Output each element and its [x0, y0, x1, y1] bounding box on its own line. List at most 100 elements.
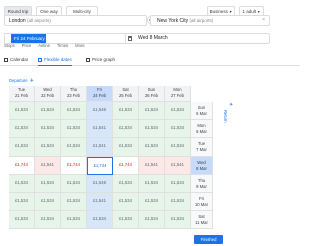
price-cell[interactable]: £1,534 — [61, 138, 87, 157]
return-date: 9 Mar — [196, 183, 207, 189]
chevron-down-icon: ▼ — [257, 10, 261, 14]
passengers-label: 1 adult — [242, 9, 257, 14]
price-cell[interactable]: £1,534 — [139, 102, 165, 121]
return-date-header[interactable]: Sun 5 Mar — [191, 102, 213, 121]
price-cell[interactable]: £1,744 — [87, 156, 113, 175]
price-cell[interactable]: £1,541 — [139, 156, 165, 175]
return-date-header[interactable]: Sat 11 Mar — [191, 211, 213, 230]
departure-date: 24 Feb — [92, 93, 107, 98]
tab-flexible-dates[interactable]: Flexible dates — [38, 57, 72, 66]
price-cell[interactable]: £1,744 — [9, 156, 35, 175]
return-date-header[interactable]: Fri 10 Mar — [191, 193, 213, 212]
departure-date-header[interactable]: Fri 24 Feb — [87, 86, 113, 102]
round-trip-label: Round trip — [7, 9, 29, 14]
price-cell[interactable]: £1,534 — [35, 174, 61, 193]
price-cell[interactable]: £1,534 — [113, 120, 139, 139]
departure-date: 21 Feb — [14, 93, 29, 98]
price-cell[interactable]: £1,534 — [35, 138, 61, 157]
tab-calendar-label: Calendar — [10, 57, 29, 62]
price-cell[interactable]: £1,534 — [113, 193, 139, 212]
price-cell[interactable]: £1,541 — [35, 156, 61, 175]
price-cell[interactable]: £1,534 — [113, 102, 139, 121]
price-cell[interactable]: £1,534 — [113, 211, 139, 230]
filter-price[interactable]: Price — [22, 43, 32, 48]
price-cell[interactable]: £1,534 — [35, 193, 61, 212]
departure-date-header[interactable]: Mon 27 Feb — [165, 86, 191, 102]
price-cell[interactable]: £1,534 — [61, 174, 87, 193]
tab-price-graph[interactable]: Price graph — [86, 57, 115, 66]
departure-date-header[interactable]: Sun 26 Feb — [139, 86, 165, 102]
finished-button[interactable]: Finished — [194, 235, 223, 244]
return-date: 5 Mar — [196, 111, 207, 116]
price-cell[interactable]: £1,534 — [139, 138, 165, 157]
origin-value: London — [9, 18, 26, 24]
price-cell[interactable]: £1,534 — [35, 102, 61, 121]
price-cell[interactable]: £1,534 — [61, 211, 87, 230]
return-date: 10 Mar — [194, 202, 209, 207]
view-tabs: Calendar Flexible dates Price graph — [0, 55, 300, 66]
departure-date-header[interactable]: Tue 21 Feb — [9, 86, 35, 102]
calendar-icon — [128, 36, 132, 41]
origin-field[interactable]: London (all airports) — [4, 15, 147, 26]
price-cell[interactable]: £1,534 — [9, 174, 35, 193]
price-cell[interactable]: £1,744 — [61, 156, 87, 175]
departure-date: 23 Feb — [66, 93, 81, 98]
calendar-icon — [4, 57, 8, 62]
price-cell[interactable]: £1,534 — [165, 102, 191, 121]
price-cell[interactable]: £1,534 — [113, 138, 139, 157]
price-cell[interactable]: £1,541 — [87, 120, 113, 139]
price-cell[interactable]: £1,546 — [87, 174, 113, 193]
price-cell[interactable]: £1,534 — [165, 138, 191, 157]
price-cell[interactable]: £1,546 — [87, 102, 113, 121]
price-cell[interactable]: £1,534 — [139, 174, 165, 193]
departure-date-header[interactable]: Wed 22 Feb — [35, 86, 61, 102]
return-date-header[interactable]: Wed 8 Mar — [191, 156, 213, 175]
cabin-class-label: Business — [209, 9, 228, 14]
return-date-header[interactable]: Thu 9 Mar — [191, 174, 213, 193]
filter-stops[interactable]: Stops — [4, 43, 15, 48]
price-cell[interactable]: £1,534 — [165, 193, 191, 212]
destination-field[interactable]: New York City (all airports) × — [150, 15, 270, 26]
price-cell[interactable]: £1,534 — [87, 211, 113, 230]
departure-date-header[interactable]: Thu 23 Feb — [61, 86, 87, 102]
price-cell[interactable]: £1,534 — [139, 193, 165, 212]
filter-times[interactable]: Times — [57, 43, 68, 48]
price-cell[interactable]: £1,534 — [35, 211, 61, 230]
tab-price-graph-label: Price graph — [92, 57, 116, 62]
return-date: 11 Mar — [195, 220, 208, 226]
price-cell[interactable]: £1,534 — [113, 174, 139, 193]
price-cell[interactable]: £1,534 — [9, 102, 35, 121]
return-date-header[interactable]: Tue 7 Mar — [191, 138, 213, 157]
price-cell[interactable]: £1,534 — [165, 174, 191, 193]
price-cell[interactable]: £1,534 — [9, 120, 35, 139]
price-cell[interactable]: £1,534 — [165, 211, 191, 230]
price-cell[interactable]: £1,534 — [61, 193, 87, 212]
price-cell[interactable]: £1,534 — [9, 138, 35, 157]
departure-date: 27 Feb — [170, 93, 185, 98]
tab-flexible-dates-label: Flexible dates — [44, 57, 72, 62]
price-cell[interactable]: £1,541 — [87, 193, 113, 212]
depart-date-value[interactable]: Fri 24 February — [11, 34, 46, 43]
price-cell[interactable]: £1,534 — [139, 211, 165, 230]
price-cell[interactable]: £1,534 — [9, 193, 35, 212]
return-date-field[interactable]: Wed 8 March — [125, 33, 270, 44]
filter-airline[interactable]: Airline — [38, 43, 50, 48]
return-date: 7 Mar — [196, 147, 207, 153]
departure-date: 26 Feb — [144, 93, 159, 98]
price-cell[interactable]: £1,541 — [165, 156, 191, 175]
clear-icon[interactable]: × — [262, 16, 265, 25]
plane-icon: ✈ — [29, 78, 34, 84]
filter-more[interactable]: More — [75, 43, 85, 48]
price-cell[interactable]: £1,534 — [9, 211, 35, 230]
destination-value: New York City — [157, 18, 189, 24]
departure-date-header[interactable]: Sat 25 Feb — [113, 86, 139, 102]
price-cell[interactable]: £1,534 — [61, 102, 87, 121]
price-cell[interactable]: £1,534 — [165, 120, 191, 139]
tab-calendar[interactable]: Calendar — [4, 57, 28, 66]
price-cell[interactable]: £1,744 — [113, 156, 139, 175]
price-cell[interactable]: £1,541 — [87, 138, 113, 157]
price-cell[interactable]: £1,534 — [61, 120, 87, 139]
price-cell[interactable]: £1,534 — [35, 120, 61, 139]
price-cell[interactable]: £1,534 — [139, 120, 165, 139]
return-date-header[interactable]: Mon 6 Mar — [191, 120, 213, 139]
